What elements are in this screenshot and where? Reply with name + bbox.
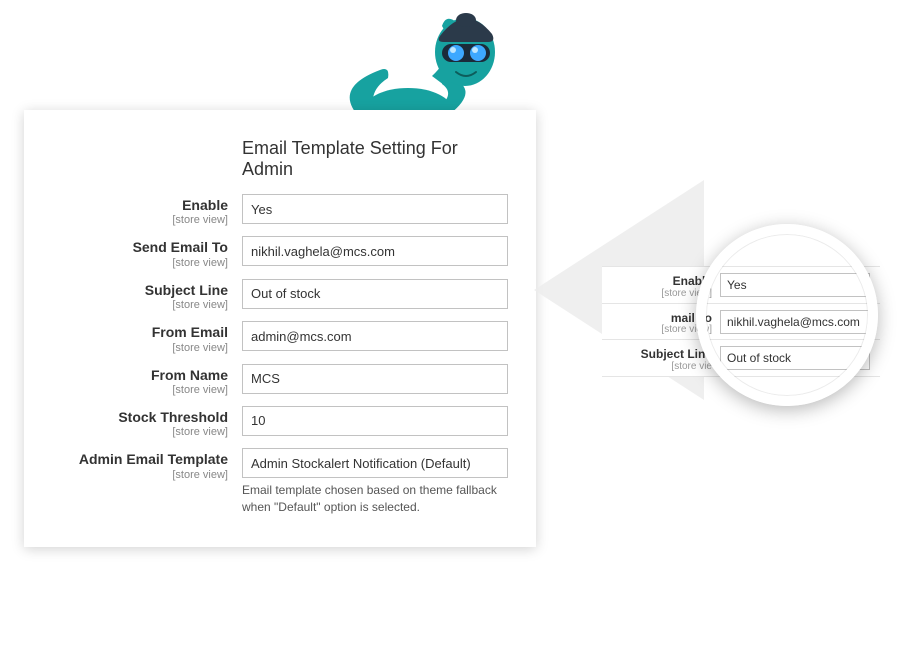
- field-row-from-email: From Email [store view]: [32, 321, 508, 353]
- zoom-field-label: mail To: [602, 312, 712, 325]
- field-label: Enable: [32, 198, 228, 213]
- subject-line-input[interactable]: [242, 279, 508, 309]
- template-hint-text: Email template chosen based on theme fal…: [242, 482, 508, 514]
- field-label: From Email: [32, 325, 228, 340]
- zoom-row-send-to: mail To [store view]: [602, 304, 880, 341]
- email-template-settings-panel: Email Template Setting For Admin Enable …: [24, 110, 536, 547]
- field-row-send-to: Send Email To [store view]: [32, 236, 508, 268]
- scope-hint: [store view]: [32, 214, 228, 226]
- zoom-scope-hint: [store view]: [602, 288, 712, 299]
- send-email-to-input[interactable]: [242, 236, 508, 266]
- zoom-row-enable: Enable [store view]: [602, 266, 880, 304]
- zoom-row-subject: Subject Line [store vie: [602, 340, 880, 377]
- field-row-enable: Enable [store view]: [32, 194, 508, 226]
- scope-hint: [store view]: [32, 257, 228, 269]
- scope-hint: [store view]: [32, 469, 228, 481]
- zoom-field-label: Enable: [602, 275, 712, 288]
- admin-email-template-select[interactable]: [242, 448, 508, 478]
- zoom-scope-hint: [store vie: [602, 361, 712, 372]
- from-name-input[interactable]: [242, 364, 508, 394]
- scope-hint: [store view]: [32, 384, 228, 396]
- enable-select[interactable]: [242, 194, 508, 224]
- field-label: Stock Threshold: [32, 410, 228, 425]
- zoom-preview-panel: Enable [store view] mail To [store view]…: [602, 266, 880, 377]
- field-row-threshold: Stock Threshold [store view]: [32, 406, 508, 438]
- field-label: Admin Email Template: [32, 452, 228, 467]
- panel-heading: Email Template Setting For Admin: [242, 138, 508, 180]
- zoom-enable-input[interactable]: [720, 273, 870, 297]
- field-label: Send Email To: [32, 240, 228, 255]
- scope-hint: [store view]: [32, 342, 228, 354]
- field-row-from-name: From Name [store view]: [32, 364, 508, 396]
- field-label: Subject Line: [32, 283, 228, 298]
- zoom-send-to-input[interactable]: [720, 310, 870, 334]
- zoom-field-label: Subject Line: [602, 348, 712, 361]
- stock-threshold-input[interactable]: [242, 406, 508, 436]
- scope-hint: [store view]: [32, 426, 228, 438]
- field-row-template: Admin Email Template [store view] Email …: [32, 448, 508, 514]
- zoom-subject-input[interactable]: [720, 346, 870, 370]
- scope-hint: [store view]: [32, 299, 228, 311]
- field-row-subject: Subject Line [store view]: [32, 279, 508, 311]
- field-label: From Name: [32, 368, 228, 383]
- from-email-input[interactable]: [242, 321, 508, 351]
- zoom-scope-hint: [store view]: [602, 324, 712, 335]
